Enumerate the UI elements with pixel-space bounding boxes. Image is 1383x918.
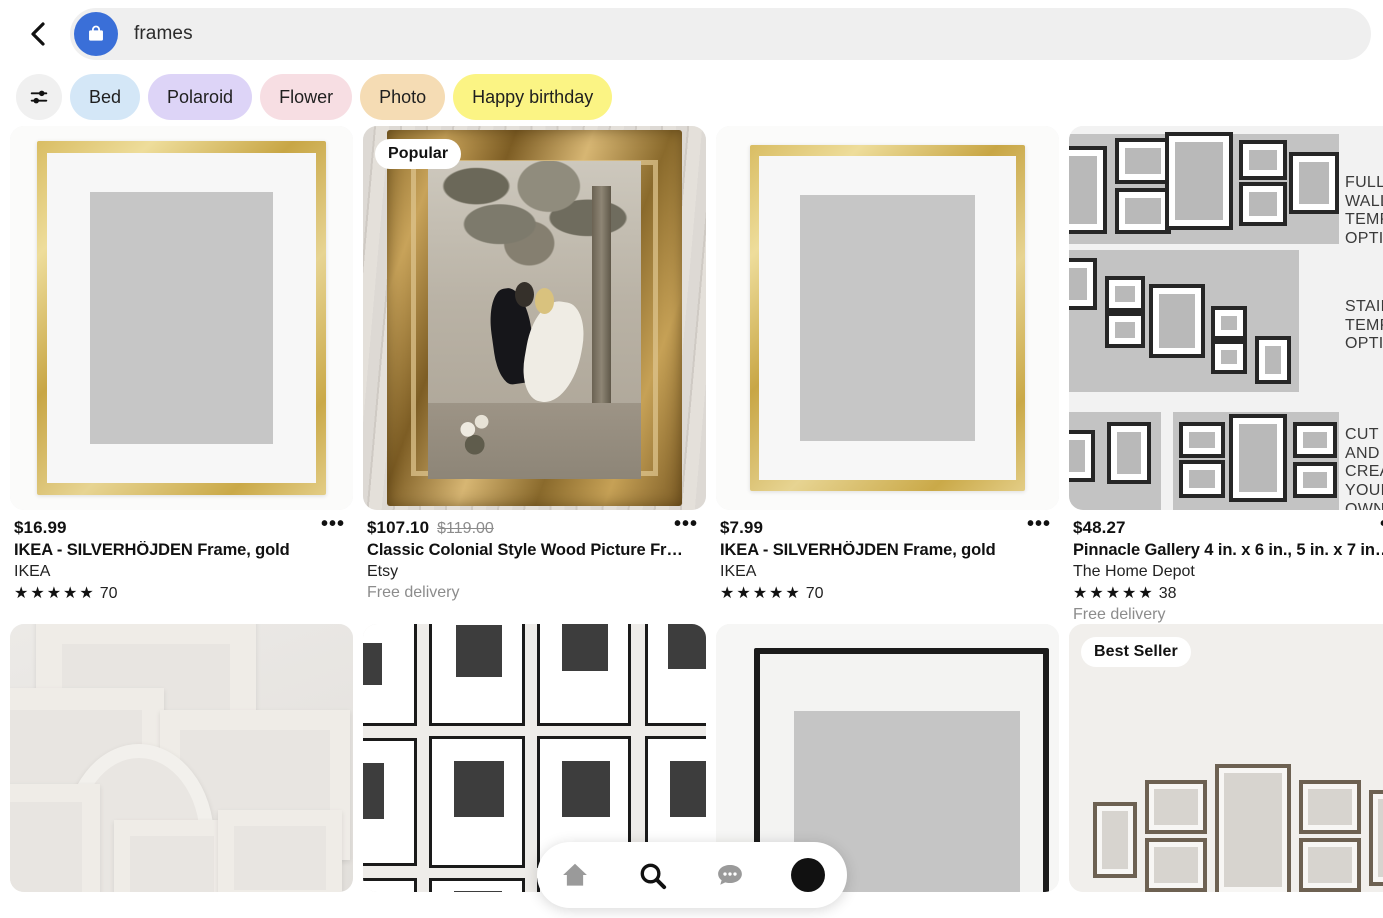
product-original-price: $119.00 (437, 520, 494, 537)
tune-sliders-icon (30, 90, 48, 104)
frame-artwork (10, 624, 353, 892)
rating-count: 70 (805, 585, 824, 602)
chip-label: Happy birthday (472, 86, 594, 107)
filter-chip-bed[interactable]: Bed (70, 74, 141, 120)
product-image-white-frames[interactable] (10, 624, 353, 892)
product-title[interactable]: IKEA - SILVERHÖJDEN Frame, gold (14, 541, 334, 560)
results-grid: ••• $16.99 IKEA - SILVERHÖJDEN Frame, go… (0, 126, 1383, 892)
badge-best-seller: Best Seller (1081, 637, 1191, 667)
back-button[interactable] (18, 14, 58, 54)
product-merchant: IKEA (720, 563, 757, 580)
rating-row: ★★★★★ 38 (1073, 585, 1383, 603)
filter-chip-photo[interactable]: Photo (360, 74, 446, 120)
filter-tune-button[interactable] (16, 74, 62, 120)
profile-avatar (790, 858, 825, 892)
rating-count: 70 (99, 585, 118, 602)
product-merchant: Etsy (367, 563, 399, 580)
filter-chip-polaroid[interactable]: Polaroid (148, 74, 253, 120)
price-row: $107.10 $119.00 (367, 518, 704, 538)
nav-profile-button[interactable] (779, 846, 837, 904)
rating-row: ★★★★★ 70 (720, 585, 1057, 603)
rating-count: 38 (1158, 585, 1177, 602)
star-rating-icon: ★★★★★ (14, 585, 96, 602)
top-bar: frames (0, 0, 1383, 68)
chip-label: Flower (279, 86, 334, 107)
frame-artwork (10, 126, 353, 510)
delivery-info: Free delivery (367, 584, 460, 601)
frame-artwork (716, 126, 1059, 510)
product-card: FULL WALL TEMPLATE OPTION STAIRWAY (1069, 126, 1383, 624)
product-meta: ••• $16.99 IKEA - SILVERHÖJDEN Frame, go… (10, 510, 353, 603)
messages-icon (718, 865, 743, 885)
chip-label: Bed (89, 86, 122, 107)
shopping-search-screen: frames Bed Polaroid Flower Photo Happy b… (0, 0, 1383, 918)
product-image-gold-frame-2[interactable] (716, 126, 1059, 510)
chip-label: Polaroid (167, 86, 234, 107)
filter-chip-happy-birthday[interactable]: Happy birthday (453, 74, 613, 120)
product-price: $16.99 (14, 518, 67, 537)
product-title[interactable]: Classic Colonial Style Wood Picture Fram… (367, 541, 687, 560)
more-options-icon[interactable]: ••• (1027, 514, 1051, 534)
home-icon (563, 863, 588, 886)
star-rating-icon: ★★★★★ (720, 585, 802, 602)
search-input[interactable]: frames (70, 8, 1371, 60)
nav-home-button[interactable] (546, 846, 604, 904)
template-label-full-wall: FULL WALL TEMPLATE OPTION (1345, 174, 1383, 248)
bottom-navigation-bar (536, 842, 847, 908)
product-image-template-sheet[interactable]: FULL WALL TEMPLATE OPTION STAIRWAY (1069, 126, 1383, 510)
product-merchant: The Home Depot (1073, 563, 1195, 580)
product-price: $48.27 (1073, 518, 1126, 537)
product-meta: ••• $48.27 Pinnacle Gallery 4 in. x 6 in… (1069, 510, 1383, 624)
product-card (10, 624, 353, 892)
product-card: Best Seller (1069, 624, 1383, 892)
rating-row: ★★★★★ 70 (14, 585, 351, 603)
delivery-info: Free delivery (1073, 606, 1166, 623)
product-merchant: IKEA (14, 563, 51, 580)
product-card: ••• $7.99 IKEA - SILVERHÖJDEN Frame, gol… (716, 126, 1059, 624)
product-meta: ••• $107.10 $119.00 Classic Colonial Sty… (363, 510, 706, 602)
badge-popular: Popular (375, 139, 462, 169)
template-label-cut-and-create: CUT AND CREATE YOUR OWN OPTION (1345, 426, 1383, 510)
chip-label: Photo (379, 86, 427, 107)
filter-chip-row: Bed Polaroid Flower Photo Happy birthday (0, 68, 1383, 126)
search-icon (640, 863, 667, 889)
product-image-ornate-painting[interactable]: Popular (363, 126, 706, 510)
product-price: $7.99 (720, 518, 764, 537)
product-title[interactable]: IKEA - SILVERHÖJDEN Frame, gold (720, 541, 1040, 560)
product-meta: ••• $7.99 IKEA - SILVERHÖJDEN Frame, gol… (716, 510, 1059, 603)
template-label-stairway: STAIRWAY TEMPLATE OPTION (1345, 298, 1383, 353)
filter-chip-flower[interactable]: Flower (260, 74, 353, 120)
product-price: $107.10 (367, 518, 430, 537)
more-options-icon[interactable]: ••• (674, 514, 698, 534)
star-rating-icon: ★★★★★ (1073, 585, 1155, 602)
price-row: $7.99 (720, 518, 1057, 538)
chevron-left-icon (31, 22, 45, 46)
product-title[interactable]: Pinnacle Gallery 4 in. x 6 in., 5 in. x … (1073, 541, 1383, 560)
search-query-text: frames (134, 23, 193, 44)
nav-messages-button[interactable] (701, 846, 759, 904)
frame-artwork: FULL WALL TEMPLATE OPTION STAIRWAY (1069, 126, 1383, 510)
shopping-bag-icon (74, 12, 118, 56)
product-image-gold-frame[interactable] (10, 126, 353, 510)
product-image-bestseller-wall[interactable]: Best Seller (1069, 624, 1383, 892)
product-card: ••• $16.99 IKEA - SILVERHÖJDEN Frame, go… (10, 126, 353, 624)
more-options-icon[interactable]: ••• (321, 514, 345, 534)
frame-artwork (363, 126, 706, 510)
price-row: $16.99 (14, 518, 351, 538)
price-row: $48.27 (1073, 518, 1383, 538)
nav-search-button[interactable] (624, 846, 682, 904)
product-card: Popular ••• $107.10 $119.00 Classic Colo… (363, 126, 706, 624)
